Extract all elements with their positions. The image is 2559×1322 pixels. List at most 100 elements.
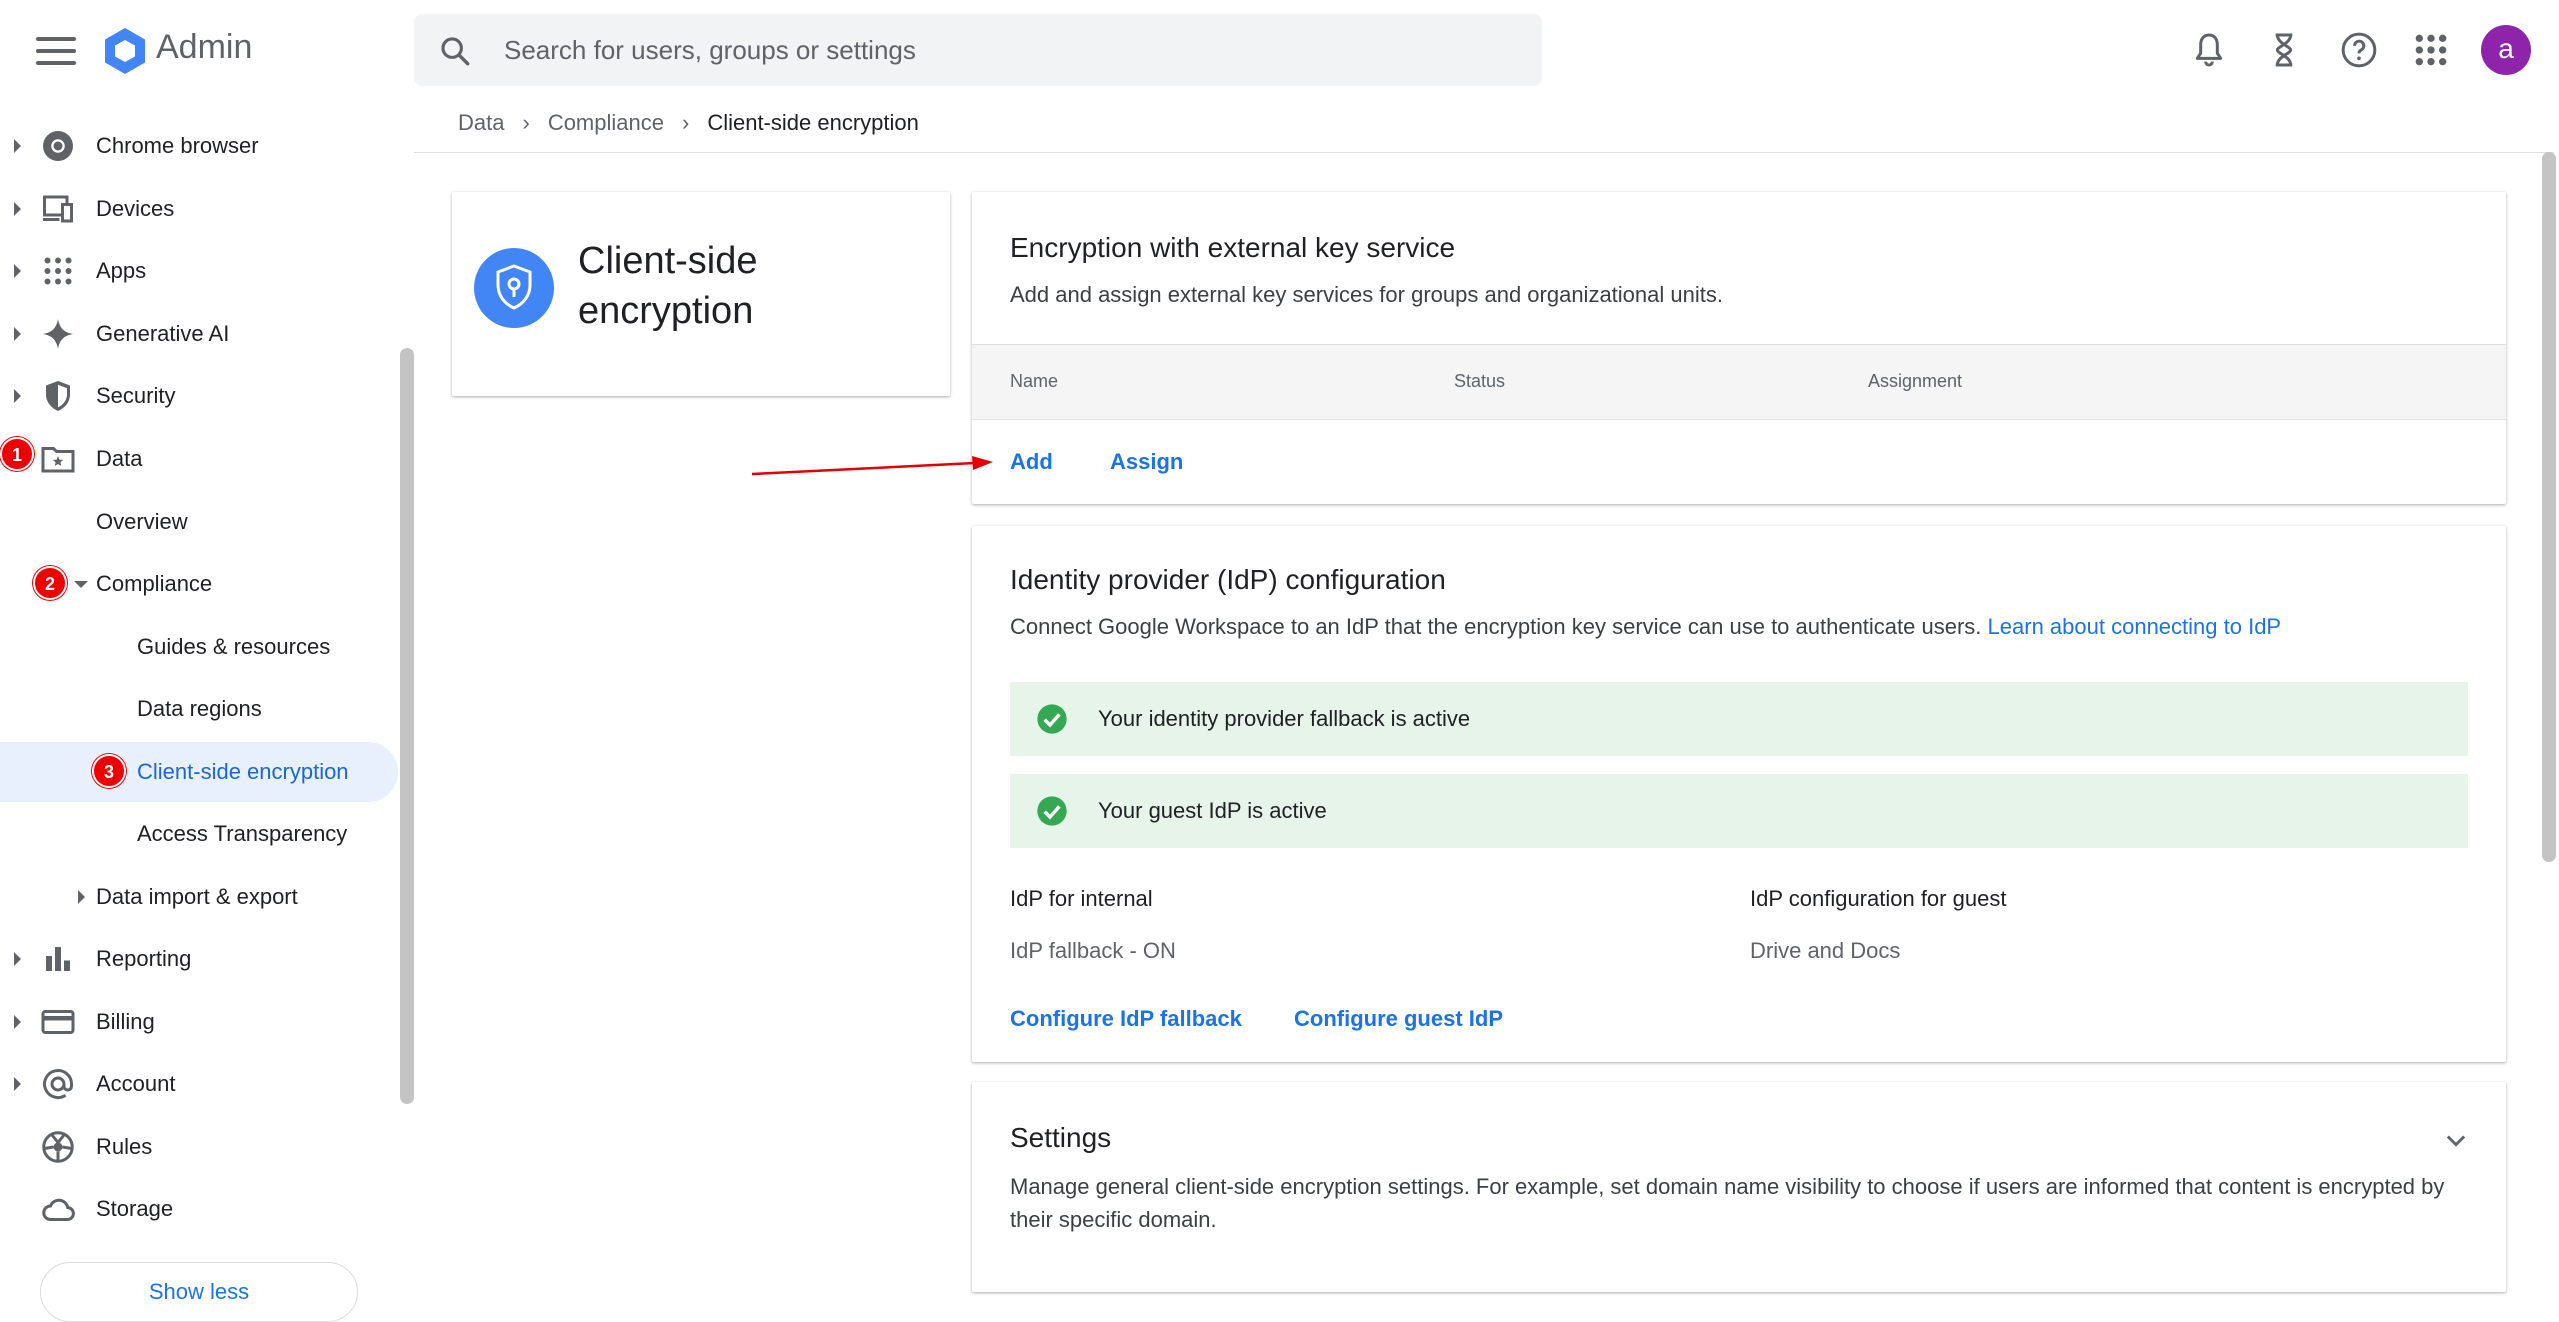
- sidebar-item-label: Reporting: [96, 946, 192, 971]
- sidebar-item-label: Account: [96, 1071, 176, 1096]
- idp-fallback-status-banner: Your identity provider fallback is activ…: [1010, 682, 2468, 756]
- sidebar-item-data-regions[interactable]: Data regions: [0, 679, 400, 739]
- breadcrumb-current: Client-side encryption: [707, 110, 919, 135]
- sidebar-item-label: Rules: [96, 1134, 153, 1159]
- sidebar-item-devices[interactable]: Devices: [0, 179, 400, 239]
- sidebar-item-label: Compliance: [96, 571, 213, 596]
- apps-grid-icon[interactable]: [2411, 30, 2451, 70]
- tasks-hourglass-icon[interactable]: [2264, 30, 2304, 70]
- devices-icon: [43, 195, 73, 223]
- sparkle-icon: [43, 319, 73, 349]
- check-circle-icon: [1037, 704, 1067, 734]
- column-header-status[interactable]: Status: [1454, 371, 1505, 392]
- notifications-bell-icon[interactable]: [2189, 30, 2229, 70]
- encryption-key-service-card: Encryption with external key service Add…: [972, 192, 2506, 504]
- sidebar-item-generative-ai[interactable]: Generative AI: [0, 304, 400, 364]
- sidebar-item-data[interactable]: Data: [0, 429, 400, 489]
- sidebar-item-chrome-browser[interactable]: Chrome browser: [0, 116, 400, 176]
- sidebar-item-label: Client-side encryption: [137, 759, 349, 784]
- apps-grid-icon: [44, 257, 72, 285]
- encryption-shield-icon: [474, 248, 554, 328]
- page-title-card: Client-side encryption: [452, 192, 950, 396]
- configure-guest-idp-button[interactable]: Configure guest IdP: [1294, 1006, 1503, 1032]
- breadcrumb-separator-icon: ›: [522, 110, 530, 135]
- chevron-down-icon[interactable]: [2442, 1126, 2470, 1154]
- breadcrumb-divider: [414, 152, 2554, 153]
- sidebar-item-label: Generative AI: [96, 321, 230, 346]
- idp-card-description: Connect Google Workspace to an IdP that …: [1010, 614, 2281, 640]
- sidebar-item-label: Devices: [96, 196, 175, 221]
- credit-card-icon: [41, 1010, 75, 1034]
- learn-about-idp-link[interactable]: Learn about connecting to IdP: [1988, 614, 2282, 639]
- idp-configuration-card: Identity provider (IdP) configuration Co…: [972, 526, 2506, 1062]
- sidebar-item-label: Apps: [96, 258, 147, 283]
- sidebar-item-billing[interactable]: Billing: [0, 992, 400, 1052]
- breadcrumb: Data › Compliance › Client-side encrypti…: [458, 110, 919, 136]
- sidebar: Chrome browser Devices Apps Generative A…: [0, 100, 414, 1322]
- sidebar-scrollbar[interactable]: [400, 348, 414, 1104]
- sidebar-item-account[interactable]: Account: [0, 1054, 400, 1114]
- sidebar-item-label: Data regions: [137, 696, 262, 721]
- sidebar-item-guides-resources[interactable]: Guides & resources: [0, 617, 400, 677]
- add-key-service-button[interactable]: Add: [1010, 449, 1053, 475]
- cloud-icon: [42, 1198, 75, 1221]
- page-title: Client-side encryption: [578, 240, 758, 332]
- main-scrollbar[interactable]: [2542, 152, 2556, 862]
- sidebar-item-storage[interactable]: Storage: [0, 1179, 400, 1239]
- sidebar-item-reporting[interactable]: Reporting: [0, 929, 400, 989]
- idp-internal-value: IdP fallback - ON: [1010, 938, 1176, 963]
- sidebar-item-label: Billing: [96, 1009, 155, 1034]
- search-input[interactable]: [502, 14, 1502, 86]
- encryption-card-description: Add and assign external key services for…: [1010, 282, 1723, 307]
- sidebar-item-apps[interactable]: Apps: [0, 241, 400, 301]
- chrome-icon: [43, 131, 73, 161]
- key-service-table-header: Name Status Assignment: [972, 344, 2506, 420]
- annotation-badge-3: 3: [92, 754, 126, 788]
- sidebar-item-security[interactable]: Security: [0, 366, 400, 426]
- settings-card[interactable]: Settings Manage general client-side encr…: [972, 1082, 2506, 1292]
- admin-brand[interactable]: Admin: [156, 28, 252, 67]
- at-sign-icon: [43, 1069, 73, 1099]
- sidebar-item-label: Guides & resources: [137, 634, 331, 659]
- assign-key-service-button[interactable]: Assign: [1110, 449, 1183, 475]
- idp-guest-heading: IdP configuration for guest: [1750, 886, 2007, 911]
- help-icon[interactable]: [2339, 30, 2379, 70]
- idp-guest-value: Drive and Docs: [1750, 938, 1901, 963]
- rules-icon: [42, 1131, 74, 1163]
- settings-description-line-1: Manage general client-side encryption se…: [1010, 1174, 2445, 1199]
- settings-description-line-2: their specific domain.: [1010, 1207, 1217, 1232]
- search-icon[interactable]: [438, 34, 472, 68]
- idp-description-text: Connect Google Workspace to an IdP that …: [1010, 614, 1982, 639]
- sidebar-item-overview[interactable]: Overview: [0, 492, 400, 552]
- sidebar-item-client-side-encryption[interactable]: Client-side encryption: [0, 742, 398, 802]
- breadcrumb-data[interactable]: Data: [458, 110, 504, 136]
- column-header-assignment[interactable]: Assignment: [1868, 371, 1962, 392]
- settings-card-description: Manage general client-side encryption se…: [1010, 1170, 2444, 1236]
- breadcrumb-separator-icon: ›: [681, 110, 690, 135]
- sidebar-item-label: Security: [96, 383, 176, 408]
- column-header-name[interactable]: Name: [1010, 371, 1058, 392]
- settings-card-title: Settings: [1010, 1122, 1112, 1153]
- sidebar-item-label: Data: [96, 446, 143, 471]
- idp-card-title: Identity provider (IdP) configuration: [1010, 564, 1446, 595]
- top-bar: Admin a: [0, 0, 2559, 100]
- sidebar-item-data-import-export[interactable]: Data import & export: [0, 867, 400, 927]
- main-menu-icon[interactable]: [36, 32, 76, 68]
- encryption-card-title: Encryption with external key service: [1010, 232, 1456, 263]
- banner-text: Your identity provider fallback is activ…: [1098, 706, 1471, 731]
- breadcrumb-compliance[interactable]: Compliance: [548, 110, 664, 136]
- folder-star-icon: [41, 447, 75, 473]
- guest-idp-status-banner: Your guest IdP is active: [1010, 774, 2468, 848]
- configure-idp-fallback-button[interactable]: Configure IdP fallback: [1010, 1006, 1242, 1032]
- avatar[interactable]: a: [2481, 25, 2531, 75]
- show-less-button[interactable]: Show less: [40, 1262, 358, 1322]
- sidebar-item-rules[interactable]: Rules: [0, 1117, 400, 1177]
- annotation-badge-1: 1: [0, 437, 34, 471]
- sidebar-item-label: Storage: [96, 1196, 174, 1221]
- sidebar-item-label: Data import & export: [96, 884, 298, 909]
- search-bar[interactable]: [414, 14, 1542, 86]
- sidebar-item-label: Access Transparency: [137, 821, 348, 846]
- shield-icon: [46, 381, 70, 411]
- annotation-badge-2: 2: [33, 566, 67, 600]
- sidebar-item-access-transparency[interactable]: Access Transparency: [0, 804, 400, 864]
